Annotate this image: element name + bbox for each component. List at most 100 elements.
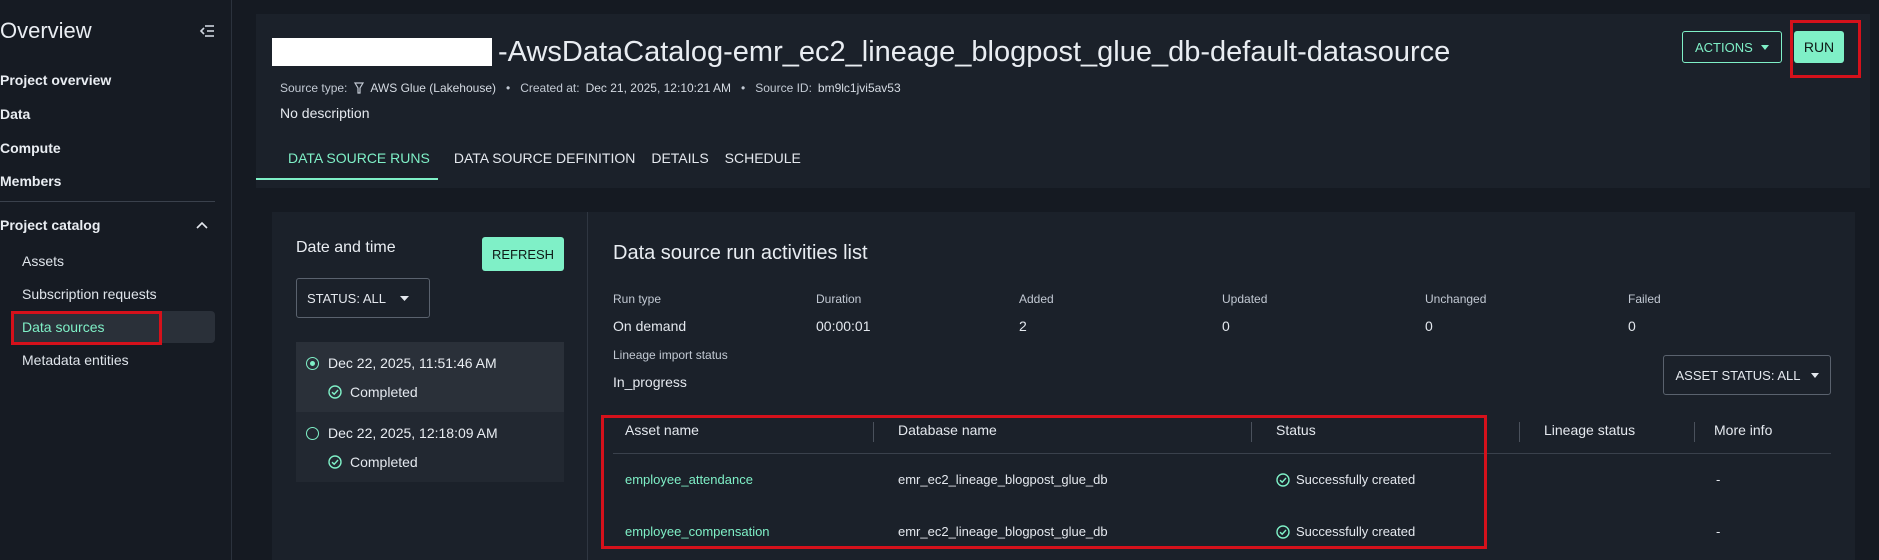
stat-label: Run type xyxy=(613,292,662,306)
asset-status: Successfully created xyxy=(1276,524,1415,539)
tab-bar: DATA SOURCE RUNS DATA SOURCE DEFINITION … xyxy=(256,150,817,180)
tab-details[interactable]: DETAILS xyxy=(651,150,708,180)
source-id-value: bm9lc1jvi5av53 xyxy=(817,81,901,95)
refresh-button[interactable]: REFRESH xyxy=(482,237,564,271)
chevron-up-icon xyxy=(196,221,208,229)
activities-table: Asset name Database name Status Lineage … xyxy=(613,422,1831,558)
more-info: - xyxy=(1716,524,1721,539)
database-name: emr_ec2_lineage_blogpost_glue_db xyxy=(898,524,1108,539)
sidebar-title: Overview xyxy=(0,18,92,43)
column-separator xyxy=(1694,422,1695,442)
stat-label: Updated xyxy=(1222,292,1268,306)
sidebar-item-members[interactable]: Members xyxy=(0,173,61,189)
asset-status-label: Successfully created xyxy=(1296,524,1416,539)
check-circle-icon xyxy=(328,455,342,469)
check-circle-icon xyxy=(1276,472,1290,487)
activities-panel: Data source run activities list Run type… xyxy=(589,212,1855,560)
stat-value: 00:00:01 xyxy=(816,318,871,334)
run-list-item[interactable]: Dec 22, 2025, 12:18:09 AM Completed xyxy=(296,412,564,482)
sidebar-item-metadata-entities[interactable]: Metadata entities xyxy=(12,344,215,376)
run-status: Completed xyxy=(328,454,418,470)
sidebar-item-assets[interactable]: Assets xyxy=(12,245,215,277)
run-date: Dec 22, 2025, 11:51:46 AM xyxy=(328,355,497,371)
stat-duration: Duration 00:00:01 xyxy=(816,292,871,334)
run-date: Dec 22, 2025, 12:18:09 AM xyxy=(328,425,498,441)
run-status-label: Completed xyxy=(350,384,418,400)
caret-down-icon xyxy=(1810,372,1819,378)
stat-label: Added xyxy=(1019,292,1054,306)
sidebar-header: Overview xyxy=(0,18,216,44)
sidebar-item-data[interactable]: Data xyxy=(0,106,30,122)
redacted-name xyxy=(272,38,492,66)
column-header-lineage-status[interactable]: Lineage status xyxy=(1544,422,1635,438)
column-header-more-info[interactable]: More info xyxy=(1714,422,1772,438)
page-title: -AwsDataCatalog-emr_ec2_lineage_blogpost… xyxy=(498,36,1451,68)
runs-list-panel: Date and time REFRESH STATUS: ALL Dec 22… xyxy=(272,212,588,560)
caret-down-icon xyxy=(400,295,409,301)
asset-status-filter-value: ASSET STATUS: ALL xyxy=(1675,367,1801,383)
stat-value: 0 xyxy=(1425,318,1433,334)
stat-value: 0 xyxy=(1628,318,1636,334)
radio-icon[interactable] xyxy=(306,427,319,440)
sidebar-item-subscription-requests[interactable]: Subscription requests xyxy=(12,278,215,310)
tab-data-source-definition[interactable]: DATA SOURCE DEFINITION xyxy=(454,150,636,180)
collapse-menu-icon[interactable] xyxy=(198,22,216,40)
sidebar-item-data-sources[interactable]: Data sources xyxy=(12,311,215,343)
lineage-label: Lineage import status xyxy=(613,348,728,362)
run-list-item[interactable]: Dec 22, 2025, 11:51:46 AM Completed xyxy=(296,342,564,412)
glue-icon xyxy=(354,82,365,94)
datasource-meta: Source type: AWS Glue (Lakehouse) • Crea… xyxy=(280,81,901,95)
tab-data-source-runs[interactable]: DATA SOURCE RUNS xyxy=(256,150,438,180)
stat-label: Duration xyxy=(816,292,862,306)
stat-value: 2 xyxy=(1019,318,1027,334)
sidebar-section-project-catalog[interactable]: Project catalog xyxy=(0,217,208,233)
column-header-asset-name[interactable]: Asset name xyxy=(625,422,699,438)
column-separator xyxy=(1251,422,1252,442)
sidebar-divider xyxy=(0,201,215,202)
stat-updated: Updated 0 xyxy=(1222,292,1267,334)
check-circle-icon xyxy=(1276,524,1290,539)
run-button[interactable]: RUN xyxy=(1794,31,1844,63)
run-status-label: Completed xyxy=(350,454,418,470)
sidebar-item-project-overview[interactable]: Project overview xyxy=(0,72,111,88)
sidebar-item-compute[interactable]: Compute xyxy=(0,140,61,156)
status-filter-value: STATUS: ALL xyxy=(307,290,386,306)
stat-label: Unchanged xyxy=(1425,292,1487,306)
column-header-database-name[interactable]: Database name xyxy=(898,422,997,438)
lineage-import-status: Lineage import status In_progress xyxy=(613,348,728,390)
source-type-value: AWS Glue (Lakehouse) xyxy=(370,81,496,95)
stat-added: Added 2 xyxy=(1019,292,1054,334)
runs-panel: Date and time REFRESH STATUS: ALL Dec 22… xyxy=(272,212,1855,560)
check-circle-icon xyxy=(328,385,342,399)
asset-status-label: Successfully created xyxy=(1296,472,1416,487)
stat-label: Failed xyxy=(1628,292,1661,306)
meta-separator: • xyxy=(506,81,511,95)
asset-name-link[interactable]: employee_attendance xyxy=(625,472,753,487)
runs-list-title: Date and time xyxy=(296,239,396,256)
table-header: Asset name Database name Status Lineage … xyxy=(613,422,1831,454)
created-label: Created at: xyxy=(520,81,580,95)
lineage-value: In_progress xyxy=(613,374,687,390)
status-filter-dropdown[interactable]: STATUS: ALL xyxy=(296,278,430,318)
stat-run-type: Run type On demand xyxy=(613,292,686,334)
meta-separator: • xyxy=(741,81,746,95)
column-header-status[interactable]: Status xyxy=(1276,422,1316,438)
database-name: emr_ec2_lineage_blogpost_glue_db xyxy=(898,472,1108,487)
radio-icon[interactable] xyxy=(306,357,319,370)
stat-value: 0 xyxy=(1222,318,1230,334)
actions-button[interactable]: ACTIONS xyxy=(1682,31,1782,63)
asset-status-filter[interactable]: ASSET STATUS: ALL xyxy=(1663,355,1831,395)
tab-schedule[interactable]: SCHEDULE xyxy=(725,150,801,180)
sidebar-section-label: Project catalog xyxy=(0,217,101,233)
stat-failed: Failed 0 xyxy=(1628,292,1661,334)
column-separator xyxy=(1519,422,1520,442)
table-row: employee_compensation emr_ec2_lineage_bl… xyxy=(613,506,1831,558)
created-value: Dec 21, 2025, 12:10:21 AM xyxy=(585,81,732,95)
activities-title: Data source run activities list xyxy=(613,242,868,264)
asset-name-link[interactable]: employee_compensation xyxy=(625,524,770,539)
source-type-label: Source type: xyxy=(280,81,348,95)
actions-label: ACTIONS xyxy=(1695,39,1753,55)
more-info: - xyxy=(1716,472,1721,487)
description: No description xyxy=(280,105,370,121)
stat-value: On demand xyxy=(613,318,687,334)
